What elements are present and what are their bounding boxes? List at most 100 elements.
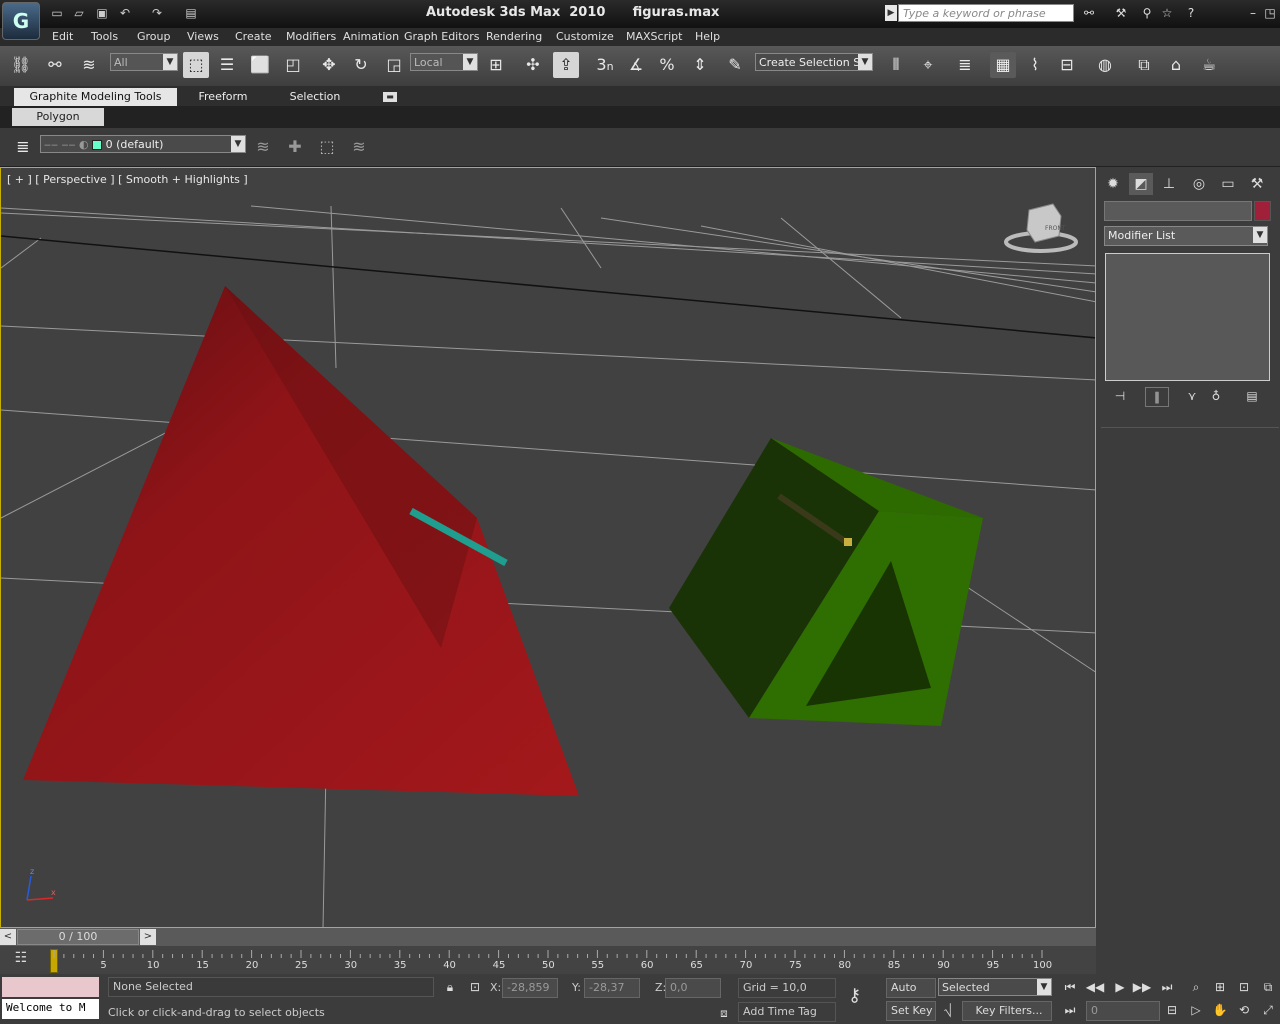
- perspective-viewport[interactable]: FRONT z x [ + ] [ Perspective ] [ Smooth…: [0, 167, 1096, 928]
- move-icon[interactable]: ✥: [316, 52, 342, 78]
- menu-help[interactable]: Help: [695, 30, 720, 43]
- zoom-icon[interactable]: ⌕: [1186, 978, 1206, 996]
- reference-coordinate-dropdown[interactable]: Local ▼: [410, 53, 478, 71]
- menu-rendering[interactable]: Rendering: [486, 30, 542, 43]
- tab-selection[interactable]: Selection: [272, 88, 358, 106]
- layer-manager-icon[interactable]: ≣: [952, 52, 978, 78]
- time-slider-thumb[interactable]: 0 / 100: [17, 929, 139, 945]
- mirror-icon[interactable]: ⫴: [883, 52, 909, 78]
- go-to-end-icon[interactable]: ⏭: [1157, 978, 1177, 996]
- angle-snap-icon[interactable]: ∡: [623, 52, 649, 78]
- scale-icon[interactable]: ◲: [381, 52, 407, 78]
- window-crossing-icon[interactable]: ◰: [280, 52, 306, 78]
- add-to-layer-icon[interactable]: ✚: [282, 134, 308, 160]
- menu-modifiers[interactable]: Modifiers: [286, 30, 336, 43]
- go-to-start-icon[interactable]: ⏮: [1060, 978, 1080, 996]
- tab-freeform[interactable]: Freeform: [180, 88, 266, 106]
- layer-dropdown[interactable]: ‒‒ ‒‒ ◐ 0 (default) ▼: [40, 135, 246, 153]
- key-mode-dropdown[interactable]: Selected ▼: [938, 978, 1052, 996]
- spinner-snap-icon[interactable]: ⇕: [687, 52, 713, 78]
- binoculars-icon[interactable]: ⚯: [1080, 5, 1098, 21]
- rendered-frame-window-icon[interactable]: ⌂: [1163, 52, 1189, 78]
- x-coord-field[interactable]: -28,859: [502, 978, 558, 998]
- undo-icon[interactable]: ↶: [116, 5, 134, 21]
- key-filters-button[interactable]: Key Filters...: [962, 1001, 1052, 1021]
- subscription-icon[interactable]: ⚒: [1112, 5, 1130, 21]
- bind-space-warp-icon[interactable]: ≋: [76, 52, 102, 78]
- y-coord-field[interactable]: -28,37: [584, 978, 640, 998]
- show-end-result-icon[interactable]: ∥: [1145, 387, 1169, 407]
- z-coord-field[interactable]: 0,0: [665, 978, 721, 998]
- time-slider[interactable]: [0, 928, 1096, 946]
- snaps-toggle-icon[interactable]: 3n: [592, 52, 618, 78]
- named-selection-set-dropdown[interactable]: Create Selection Se ▼: [755, 53, 873, 71]
- menu-animation[interactable]: Animation: [343, 30, 399, 43]
- schematic-view-icon[interactable]: ⊟: [1054, 52, 1080, 78]
- time-slider-prev-icon[interactable]: <: [0, 929, 16, 945]
- select-manipulate-icon[interactable]: ✣: [520, 52, 546, 78]
- make-unique-icon[interactable]: ⋎: [1181, 387, 1203, 405]
- menu-views[interactable]: Views: [187, 30, 219, 43]
- material-editor-icon[interactable]: ◍: [1092, 52, 1118, 78]
- render-setup-icon[interactable]: ⧉: [1131, 52, 1157, 78]
- selection-filter-dropdown[interactable]: All ▼: [110, 53, 178, 71]
- viewcube[interactable]: FRONT: [1004, 203, 1078, 253]
- key-icon[interactable]: ⚷: [848, 985, 876, 1006]
- tab-graphite-modeling-tools[interactable]: Graphite Modeling Tools: [14, 88, 177, 106]
- add-time-tag-button[interactable]: Add Time Tag: [738, 1002, 836, 1022]
- app-menu-button[interactable]: G: [2, 2, 40, 40]
- align-icon[interactable]: ⌖: [915, 52, 941, 78]
- viewport-label-menu[interactable]: [ + ] [ Perspective ] [ Smooth + Highlig…: [7, 173, 248, 186]
- current-frame-field[interactable]: 0: [1086, 1001, 1160, 1021]
- menu-graph-editors[interactable]: Graph Editors: [404, 30, 480, 43]
- menu-group[interactable]: Group: [137, 30, 171, 43]
- menu-edit[interactable]: Edit: [52, 30, 73, 43]
- new-file-icon[interactable]: ▭: [48, 5, 66, 21]
- object-name-field[interactable]: [1104, 201, 1252, 221]
- menu-tools[interactable]: Tools: [91, 30, 118, 43]
- motion-tab-icon[interactable]: ◎: [1187, 173, 1211, 195]
- set-key-button[interactable]: Set Key: [886, 1001, 936, 1021]
- zoom-extents-all-icon[interactable]: ⧉: [1258, 978, 1278, 996]
- pivot-center-icon[interactable]: ⊞: [483, 52, 509, 78]
- ribbon-options-icon[interactable]: ▬: [383, 92, 397, 102]
- hierarchy-tab-icon[interactable]: ⊥: [1157, 173, 1181, 195]
- save-file-icon[interactable]: ▣: [93, 5, 111, 21]
- object-color-swatch[interactable]: [1254, 201, 1271, 221]
- set-key-mode-icon[interactable]: ⎷: [938, 1001, 958, 1019]
- render-production-icon[interactable]: ☕: [1196, 52, 1222, 78]
- help-icon[interactable]: ?: [1182, 5, 1200, 21]
- maximize-viewport-icon[interactable]: ⤢: [1258, 1001, 1278, 1019]
- project-folder-icon[interactable]: ▤: [182, 5, 200, 21]
- orbit-icon[interactable]: ⟲: [1234, 1001, 1254, 1019]
- time-configuration-icon[interactable]: ⊟: [1162, 1001, 1182, 1019]
- search-input[interactable]: Type a keyword or phrase: [898, 4, 1074, 22]
- remove-modifier-icon[interactable]: ♁: [1205, 387, 1227, 405]
- set-current-layer-icon[interactable]: ≋: [346, 134, 372, 160]
- utilities-tab-icon[interactable]: ⚒: [1245, 173, 1269, 195]
- auto-key-button[interactable]: Auto Key: [886, 978, 936, 1012]
- zoom-extents-icon[interactable]: ⊡: [1234, 978, 1254, 996]
- zoom-all-icon[interactable]: ⊞: [1210, 978, 1230, 996]
- modify-tab-icon[interactable]: ◩: [1129, 173, 1153, 195]
- field-of-view-icon[interactable]: ▷: [1186, 1001, 1206, 1019]
- previous-frame-icon[interactable]: ◀◀: [1085, 978, 1105, 996]
- create-tab-icon[interactable]: ✹: [1101, 173, 1125, 195]
- menu-customize[interactable]: Customize: [556, 30, 614, 43]
- configure-modifier-sets-icon[interactable]: ▤: [1241, 387, 1263, 405]
- favorites-icon[interactable]: ☆: [1158, 5, 1176, 21]
- window-controls-icon[interactable]: ◳: [1260, 5, 1280, 21]
- create-new-layer-icon[interactable]: ≋: [250, 134, 276, 160]
- absolute-mode-icon[interactable]: ⊡: [465, 978, 485, 996]
- percent-snap-icon[interactable]: %: [654, 52, 680, 78]
- time-tag-icon[interactable]: ⧈: [714, 1004, 734, 1022]
- search-expand-icon[interactable]: ▶: [885, 5, 897, 21]
- edit-named-selection-icon[interactable]: ✎: [722, 52, 748, 78]
- communication-icon[interactable]: ⚲: [1138, 5, 1156, 21]
- unlink-icon[interactable]: ⚯: [42, 52, 68, 78]
- play-icon[interactable]: ▶: [1110, 978, 1130, 996]
- tab-polygon-modeling[interactable]: Polygon Modeling: [12, 108, 104, 141]
- modifier-stack[interactable]: [1105, 253, 1270, 381]
- select-object-icon[interactable]: ⬚: [183, 52, 209, 78]
- rotate-icon[interactable]: ↻: [348, 52, 374, 78]
